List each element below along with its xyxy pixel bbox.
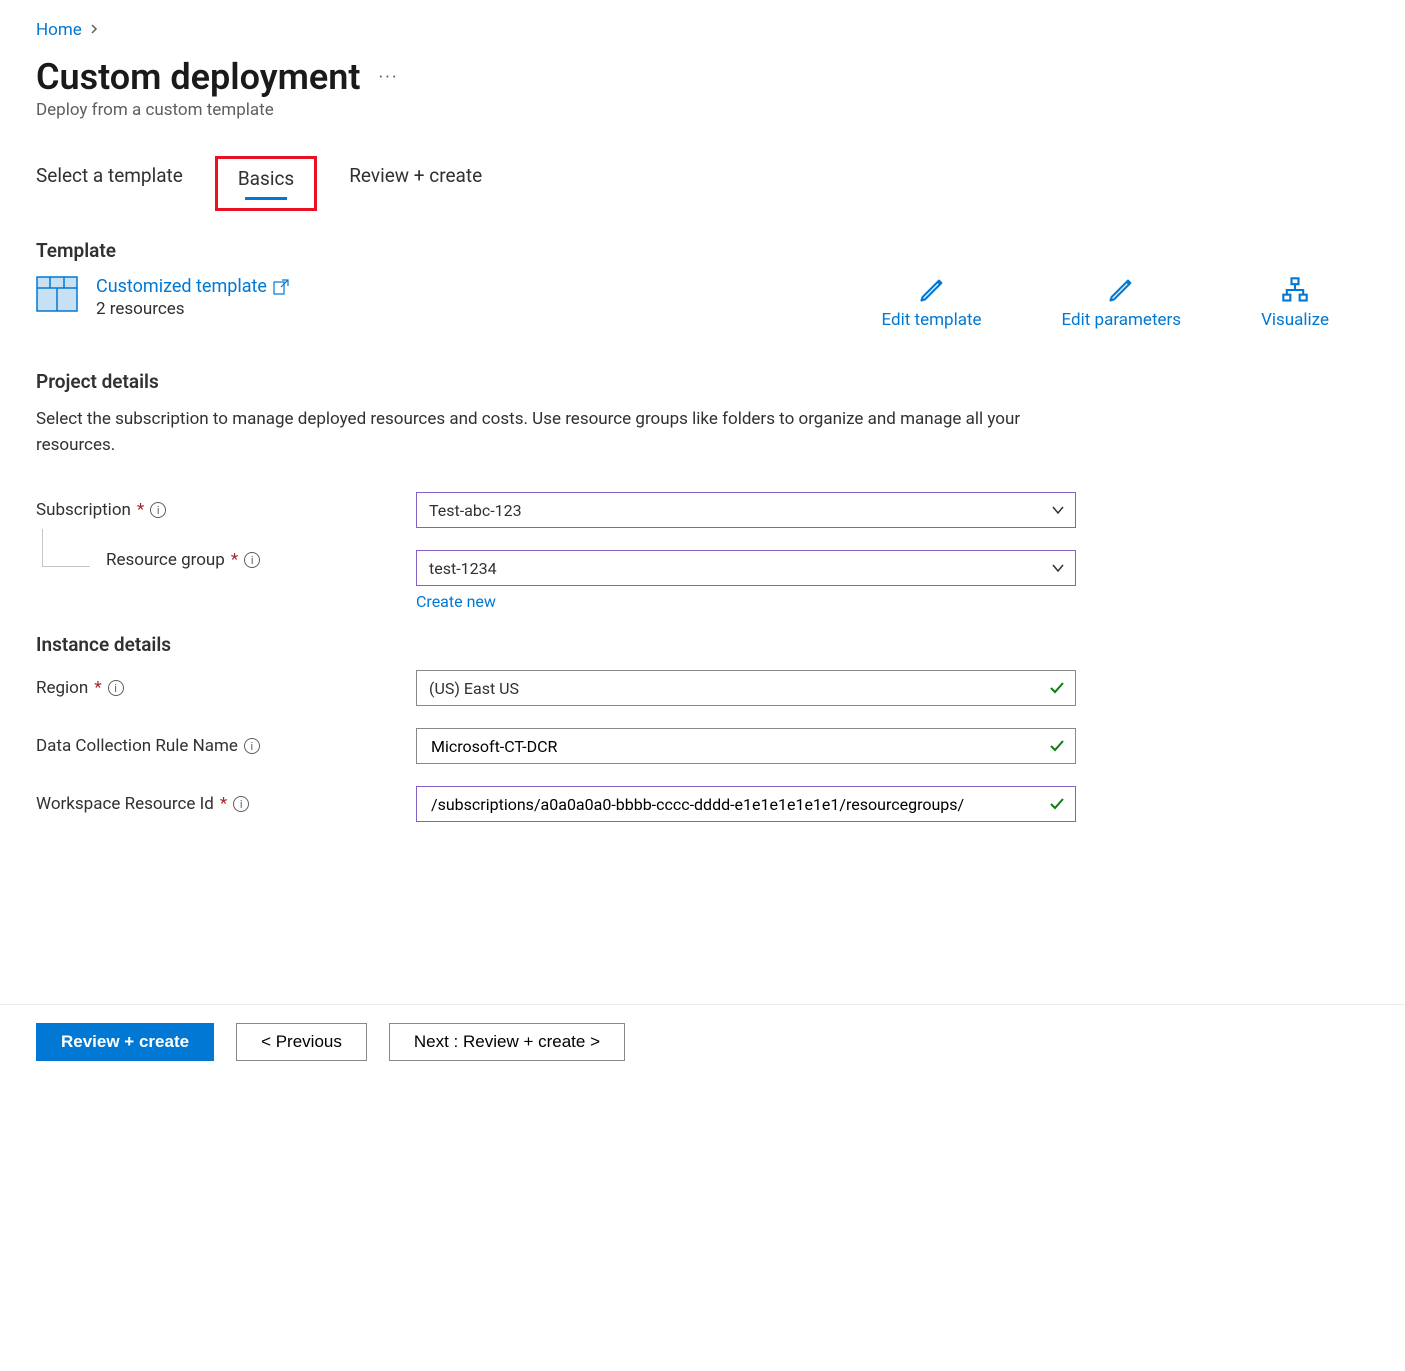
workspace-input[interactable] [416, 786, 1076, 822]
visualize-button[interactable]: Visualize [1261, 276, 1329, 330]
check-icon [1049, 796, 1065, 812]
tabs: Select a template Basics Review + create [36, 156, 1369, 211]
more-actions-icon[interactable]: ··· [378, 67, 398, 88]
resource-group-label: Resource group [106, 550, 225, 570]
edit-parameters-button[interactable]: Edit parameters [1062, 276, 1182, 330]
check-icon [1049, 738, 1065, 754]
required-star: * [220, 794, 227, 814]
external-edit-icon [273, 279, 289, 295]
info-icon[interactable]: i [108, 680, 124, 696]
chevron-down-icon [1051, 503, 1065, 517]
region-label: Region [36, 678, 88, 698]
page-subtitle: Deploy from a custom template [36, 100, 1369, 120]
hierarchy-icon [1281, 276, 1309, 304]
region-select[interactable]: (US) East US [416, 670, 1076, 706]
resource-group-value: test-1234 [429, 559, 497, 578]
required-star: * [137, 500, 144, 520]
tree-indent [42, 529, 90, 567]
create-new-link[interactable]: Create new [416, 592, 496, 611]
page-title: Custom deployment [36, 56, 360, 98]
edit-template-label: Edit template [882, 310, 982, 330]
tab-review-create[interactable]: Review + create [349, 156, 482, 211]
template-icon [36, 276, 78, 312]
next-button[interactable]: Next : Review + create > [389, 1023, 625, 1061]
dcr-label: Data Collection Rule Name [36, 736, 238, 756]
previous-button[interactable]: < Previous [236, 1023, 367, 1061]
visualize-label: Visualize [1261, 310, 1329, 330]
check-icon [1049, 680, 1065, 696]
resource-group-select[interactable]: test-1234 [416, 550, 1076, 586]
tab-basics[interactable]: Basics [238, 163, 294, 200]
breadcrumb: Home [36, 20, 1369, 40]
pencil-icon [1107, 276, 1135, 304]
customized-template-label: Customized template [96, 276, 267, 297]
dcr-input-field[interactable] [429, 736, 1039, 757]
edit-template-button[interactable]: Edit template [882, 276, 982, 330]
section-instance-details-heading: Instance details [36, 633, 1369, 656]
info-icon[interactable]: i [244, 738, 260, 754]
resources-count: 2 resources [96, 299, 289, 319]
subscription-select[interactable]: Test-abc-123 [416, 492, 1076, 528]
edit-parameters-label: Edit parameters [1062, 310, 1182, 330]
region-value: (US) East US [429, 679, 519, 698]
section-template-heading: Template [36, 239, 1369, 262]
info-icon[interactable]: i [244, 552, 260, 568]
chevron-down-icon [1051, 561, 1065, 575]
tab-select-template[interactable]: Select a template [36, 156, 183, 211]
required-star: * [94, 678, 101, 698]
chevron-right-icon [90, 22, 100, 38]
info-icon[interactable]: i [233, 796, 249, 812]
pencil-icon [918, 276, 946, 304]
info-icon[interactable]: i [150, 502, 166, 518]
footer-bar: Review + create < Previous Next : Review… [0, 1004, 1405, 1091]
workspace-input-field[interactable] [429, 794, 1039, 815]
project-details-description: Select the subscription to manage deploy… [36, 407, 1036, 458]
customized-template-link[interactable]: Customized template [96, 276, 289, 297]
required-star: * [231, 550, 238, 570]
subscription-value: Test-abc-123 [429, 501, 522, 520]
dcr-input[interactable] [416, 728, 1076, 764]
workspace-label: Workspace Resource Id [36, 794, 214, 814]
subscription-label: Subscription [36, 500, 131, 520]
section-project-details-heading: Project details [36, 370, 1369, 393]
breadcrumb-home[interactable]: Home [36, 20, 82, 40]
review-create-button[interactable]: Review + create [36, 1023, 214, 1061]
